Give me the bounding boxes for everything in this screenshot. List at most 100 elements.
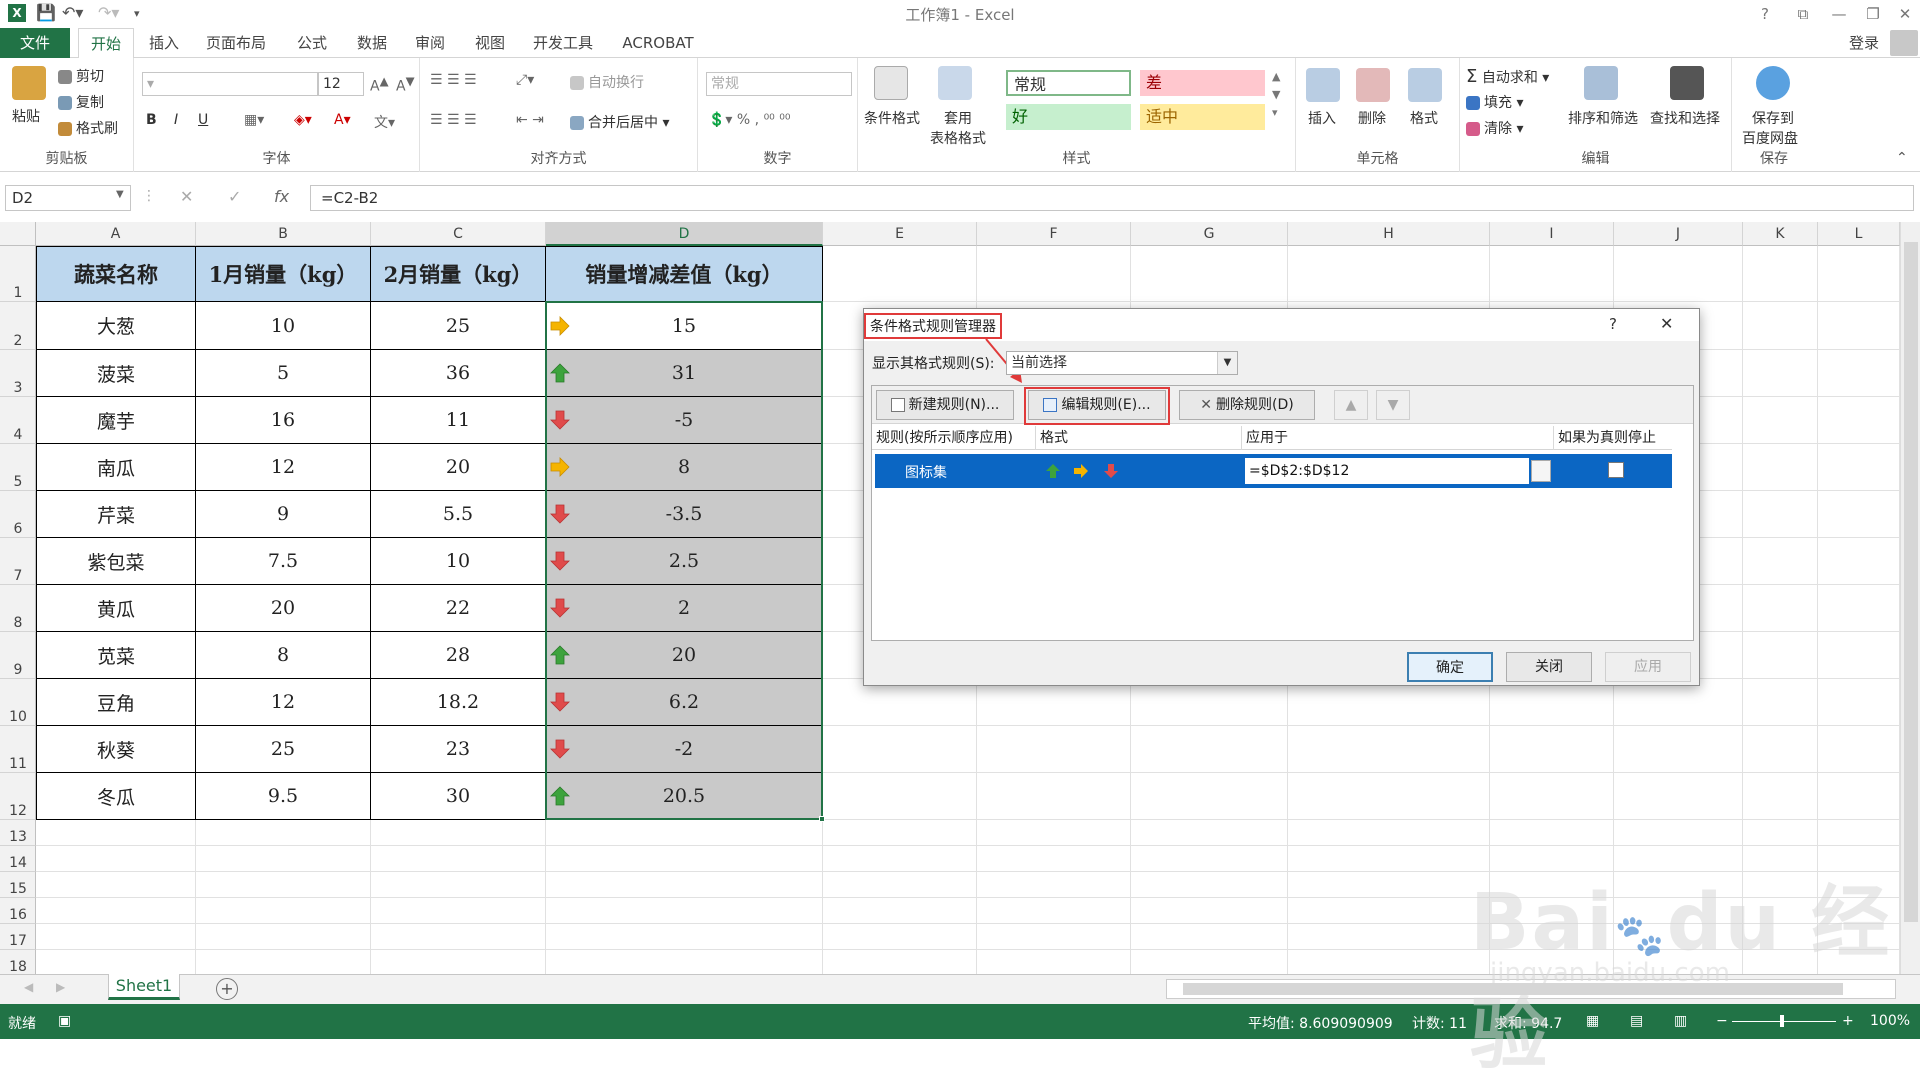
table-cell[interactable]: 菠菜 bbox=[36, 350, 196, 397]
column-header[interactable]: K bbox=[1743, 222, 1818, 246]
row-header[interactable]: 17 bbox=[0, 924, 36, 950]
table-cell[interactable]: 9.5 bbox=[196, 773, 371, 820]
table-cell[interactable]: 36 bbox=[371, 350, 546, 397]
font-shrink-icon[interactable]: A▼ bbox=[396, 74, 415, 95]
bold-button[interactable]: B bbox=[146, 112, 157, 128]
insert-function-icon[interactable]: fx bbox=[274, 187, 289, 206]
column-header[interactable]: C bbox=[371, 222, 546, 246]
save-to-cloud-button[interactable]: 保存到 bbox=[1752, 108, 1794, 128]
clear-button[interactable]: 清除 ▾ bbox=[1466, 118, 1523, 138]
table-cell[interactable]: 2.5 bbox=[546, 538, 823, 585]
font-grow-icon[interactable]: A▲ bbox=[370, 74, 389, 95]
column-header[interactable]: F bbox=[977, 222, 1131, 246]
ok-button[interactable]: 确定 bbox=[1407, 652, 1493, 682]
orientation-icon[interactable]: ⤢▾ bbox=[516, 72, 534, 88]
table-cell[interactable]: 22 bbox=[371, 585, 546, 632]
font-name-combo[interactable]: ▾ bbox=[142, 72, 318, 96]
table-cell[interactable]: 15 bbox=[546, 302, 823, 350]
formula-input[interactable]: =C2-B2 bbox=[310, 185, 1914, 211]
help-button[interactable]: ? bbox=[1748, 2, 1782, 26]
paste-button[interactable]: 粘贴 bbox=[12, 106, 40, 126]
column-header[interactable]: A bbox=[36, 222, 196, 246]
table-cell[interactable]: 20 bbox=[546, 632, 823, 679]
table-cell[interactable]: 7.5 bbox=[196, 538, 371, 585]
sort-filter-button[interactable]: 排序和筛选 bbox=[1568, 108, 1638, 128]
tab-data[interactable]: 数据 bbox=[352, 28, 392, 58]
table-cell[interactable]: 16 bbox=[196, 397, 371, 444]
formula-options-icon[interactable]: ⋮ bbox=[142, 188, 156, 204]
styles-scroll-icon[interactable]: ▲ ▼ ▾ bbox=[1272, 68, 1280, 122]
dialog-help-button[interactable]: ? bbox=[1609, 315, 1617, 333]
table-cell[interactable]: -3.5 bbox=[546, 491, 823, 538]
edit-rule-button[interactable]: 编辑规则(E)... bbox=[1028, 390, 1166, 420]
row-header[interactable]: 11 bbox=[0, 726, 36, 773]
table-header-cell[interactable]: 销量增减差值（kg） bbox=[546, 246, 823, 302]
row-header[interactable]: 13 bbox=[0, 820, 36, 846]
align-left-icon[interactable]: ☰ ☰ ☰ bbox=[430, 112, 477, 128]
tab-home[interactable]: 开始 bbox=[78, 28, 134, 59]
column-header[interactable]: D bbox=[546, 222, 823, 246]
column-header[interactable]: L bbox=[1818, 222, 1900, 246]
row-header[interactable]: 2 bbox=[0, 302, 36, 350]
merge-center-button[interactable]: 合并后居中 ▾ bbox=[570, 112, 669, 132]
row-header[interactable]: 6 bbox=[0, 491, 36, 538]
sheet-prev-icon[interactable]: ◀ bbox=[24, 980, 33, 994]
row-header[interactable]: 10 bbox=[0, 679, 36, 726]
fill-button[interactable]: 填充 ▾ bbox=[1466, 92, 1523, 112]
table-format-icon[interactable] bbox=[938, 66, 972, 100]
table-cell[interactable]: 5.5 bbox=[371, 491, 546, 538]
table-cell[interactable]: 大葱 bbox=[36, 302, 196, 350]
table-cell[interactable]: 25 bbox=[196, 726, 371, 773]
ribbon-display-icon[interactable]: ⧉ bbox=[1786, 2, 1820, 26]
move-down-icon[interactable]: ▼ bbox=[1376, 390, 1410, 420]
login-link[interactable]: 登录 bbox=[1844, 28, 1884, 58]
tab-insert[interactable]: 插入 bbox=[144, 28, 184, 58]
show-rules-select[interactable]: 当前选择 ▼ bbox=[1006, 351, 1238, 375]
tab-view[interactable]: 视图 bbox=[470, 28, 510, 58]
table-cell[interactable]: 苋菜 bbox=[36, 632, 196, 679]
table-cell[interactable]: 20 bbox=[371, 444, 546, 491]
row-header[interactable]: 4 bbox=[0, 397, 36, 444]
column-header[interactable]: G bbox=[1131, 222, 1288, 246]
table-format-button[interactable]: 套用 bbox=[944, 108, 972, 128]
close-icon[interactable]: ✕ bbox=[1888, 2, 1920, 26]
collapse-ribbon-icon[interactable]: ⌃ bbox=[1896, 150, 1908, 166]
name-box[interactable]: D2 bbox=[5, 185, 131, 211]
format-cells-button[interactable]: 格式 bbox=[1410, 108, 1438, 128]
row-header[interactable]: 18 bbox=[0, 950, 36, 974]
copy-button[interactable]: 复制 bbox=[58, 92, 104, 112]
conditional-format-button[interactable]: 条件格式 bbox=[864, 108, 920, 128]
table-cell[interactable]: 2 bbox=[546, 585, 823, 632]
enter-icon[interactable]: ✓ bbox=[228, 187, 241, 206]
tab-file[interactable]: 文件 bbox=[0, 28, 70, 58]
delete-rule-button[interactable]: ✕ 删除规则(D) bbox=[1179, 390, 1315, 420]
table-cell[interactable]: 豆角 bbox=[36, 679, 196, 726]
fill-handle[interactable] bbox=[819, 816, 825, 822]
table-cell[interactable]: 黄瓜 bbox=[36, 585, 196, 632]
close-button[interactable]: 关闭 bbox=[1506, 652, 1592, 682]
delete-cells-button[interactable]: 删除 bbox=[1358, 108, 1386, 128]
fill-color-icon[interactable]: ◈▾ bbox=[294, 112, 312, 128]
tab-acrobat[interactable]: ACROBAT bbox=[618, 28, 698, 58]
table-cell[interactable]: 28 bbox=[371, 632, 546, 679]
range-collapse-icon[interactable] bbox=[1531, 460, 1551, 482]
format-cells-icon[interactable] bbox=[1408, 68, 1442, 102]
phonetic-icon[interactable]: 文▾ bbox=[374, 112, 395, 132]
row-header[interactable]: 16 bbox=[0, 898, 36, 924]
row-header[interactable]: 1 bbox=[0, 246, 36, 302]
style-neutral[interactable]: 适中 bbox=[1140, 104, 1265, 130]
column-header[interactable]: I bbox=[1490, 222, 1614, 246]
table-cell[interactable]: 8 bbox=[546, 444, 823, 491]
table-cell[interactable]: -5 bbox=[546, 397, 823, 444]
tab-developer[interactable]: 开发工具 bbox=[530, 28, 596, 58]
column-header[interactable]: J bbox=[1614, 222, 1743, 246]
column-header[interactable]: E bbox=[823, 222, 977, 246]
add-sheet-icon[interactable]: + bbox=[216, 978, 238, 1000]
baidu-cloud-icon[interactable] bbox=[1756, 66, 1790, 100]
table-cell[interactable]: 18.2 bbox=[371, 679, 546, 726]
table-cell[interactable]: 冬瓜 bbox=[36, 773, 196, 820]
table-cell[interactable]: 9 bbox=[196, 491, 371, 538]
table-cell[interactable]: 30 bbox=[371, 773, 546, 820]
stop-if-true-checkbox[interactable] bbox=[1608, 462, 1624, 478]
applies-to-input[interactable]: =$D$2:$D$12 bbox=[1245, 458, 1529, 484]
